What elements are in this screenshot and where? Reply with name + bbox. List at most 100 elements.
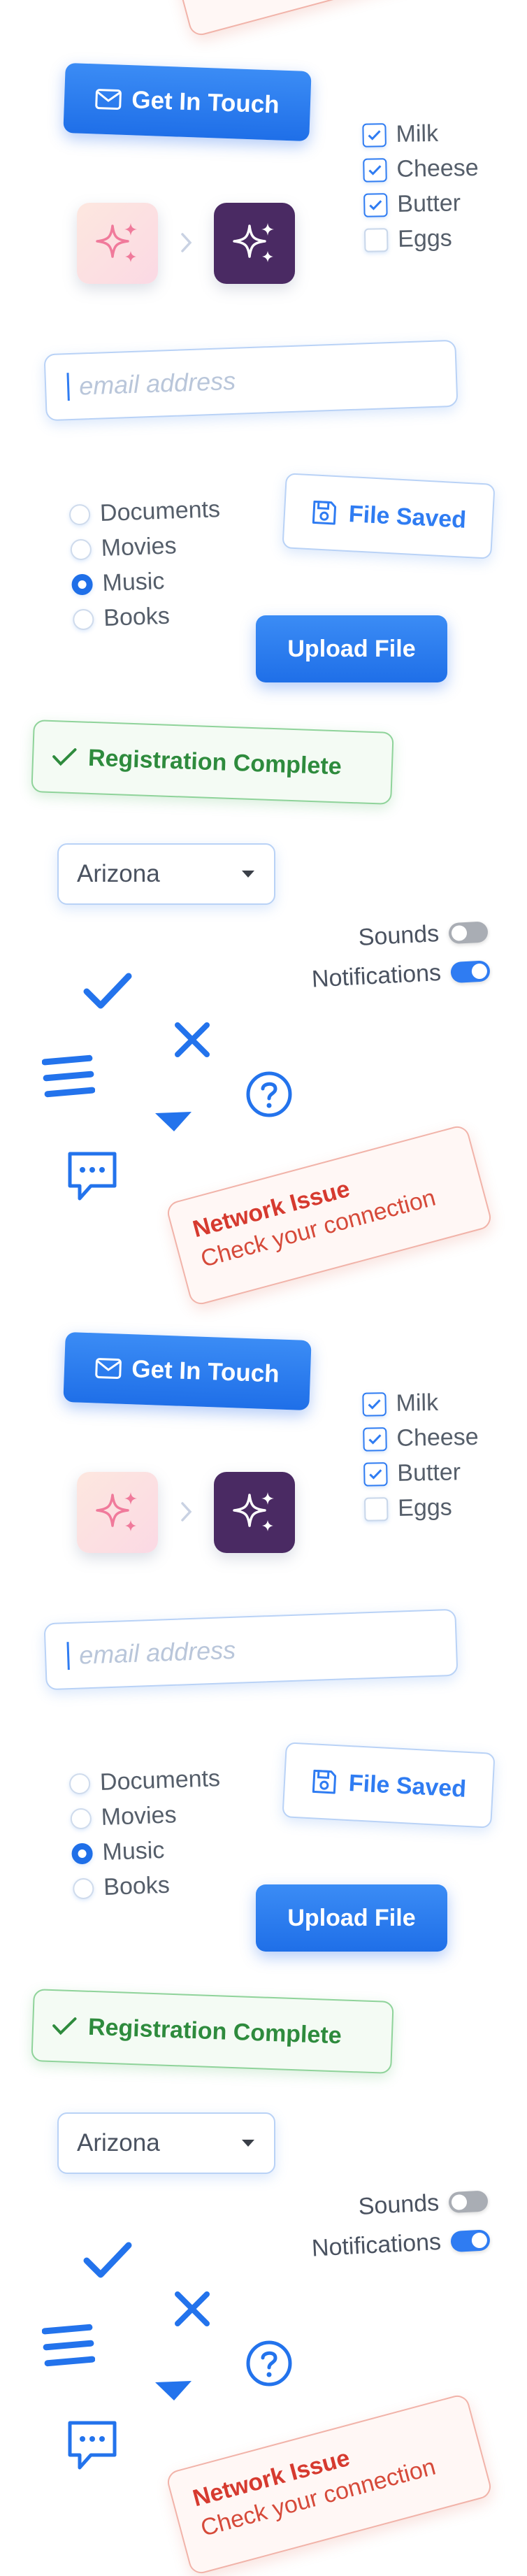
file-saved-badge[interactable]: File Saved [282,473,496,559]
checkbox-label: Butter [397,189,461,217]
upload-file-label: Upload File [287,1904,416,1931]
radio-books[interactable] [72,608,94,630]
sparkle-tile-dark[interactable] [214,1472,295,1553]
checkbox-item-eggs[interactable]: Eggs [363,225,452,254]
checkbox-milk[interactable] [362,1391,387,1417]
get-in-touch-button[interactable]: Get In Touch [63,1331,312,1411]
radio-item-documents[interactable]: Documents [68,1765,221,1798]
menu-icon[interactable] [42,2322,95,2368]
radio-label: Documents [99,1765,221,1796]
radio-label: Movies [101,1801,178,1831]
checkbox-butter[interactable] [363,192,388,217]
upload-file-button[interactable]: Upload File [256,1884,447,1952]
checkbox-item-cheese[interactable]: Cheese [363,155,479,184]
sparkle-tile-dark[interactable] [214,203,295,284]
state-select[interactable]: Arizona [57,2112,275,2174]
save-icon [312,1769,336,1794]
radio-item-books[interactable]: Books [72,1872,171,1903]
state-select[interactable]: Arizona [57,843,275,905]
save-icon [312,500,336,525]
toggle-row-notifications[interactable]: Notifications [311,957,491,993]
sounds-toggle[interactable] [448,920,489,944]
components-section: Get In Touch Milk Cheese Butter Eggs ema… [0,1269,527,2576]
help-icon[interactable] [245,2339,294,2388]
notifications-toggle[interactable] [450,2228,491,2252]
check-icon [52,748,77,766]
checkbox-item-butter[interactable]: Butter [363,189,461,218]
radio-music[interactable] [71,1842,94,1865]
menu-icon[interactable] [42,1053,95,1099]
checkbox-item-cheese[interactable]: Cheese [363,1424,479,1453]
caret-down-icon [242,2140,254,2147]
radio-music[interactable] [71,573,94,596]
toggle-row-notifications[interactable]: Notifications [311,2226,491,2262]
checkmark-icon[interactable] [82,2241,133,2280]
chat-icon[interactable] [64,2419,120,2473]
text-cursor [66,1642,70,1670]
chevron-right-icon [181,233,192,252]
dropdown-triangle-icon[interactable] [152,2378,194,2403]
check-icon [369,1468,382,1480]
checkbox-item-milk[interactable]: Milk [362,120,438,149]
check-icon [368,1433,382,1445]
radio-label: Music [101,1836,165,1866]
radio-item-books[interactable]: Books [72,603,171,634]
check-icon [368,1398,381,1410]
settings-toggles: Sounds Notifications [280,2187,491,2274]
file-saved-label: File Saved [348,500,467,534]
registration-label: Registration Complete [87,744,342,780]
registration-label: Registration Complete [87,2013,342,2049]
radio-item-music[interactable]: Music [71,568,165,599]
sparkle-tile-light[interactable] [77,203,158,284]
toggle-label: Sounds [357,920,440,951]
toggle-row-sounds[interactable]: Sounds [358,917,489,952]
toggle-row-sounds[interactable]: Sounds [358,2187,489,2221]
radio-books[interactable] [72,1877,94,1899]
check-icon [52,2017,77,2035]
checkbox-label: Cheese [396,154,479,183]
components-section: Get In Touch Milk Cheese Butter Eggs ema… [0,0,527,1308]
check-icon [368,129,381,141]
checkbox-milk[interactable] [362,122,387,148]
toggle-label: Notifications [310,2228,442,2262]
checkbox-item-milk[interactable]: Milk [362,1389,438,1418]
checkbox-cheese[interactable] [363,157,387,183]
file-saved-badge[interactable]: File Saved [282,1742,496,1829]
sounds-toggle[interactable] [448,2189,489,2213]
help-icon[interactable] [245,1070,294,1119]
close-icon[interactable] [172,1019,212,1060]
email-placeholder: email address [78,1635,236,1670]
chat-icon[interactable] [64,1150,120,1204]
checkbox-item-butter[interactable]: Butter [363,1459,461,1487]
checkbox-eggs[interactable] [363,1496,389,1522]
radio-documents[interactable] [68,503,91,526]
close-icon[interactable] [172,2289,212,2329]
radio-label: Movies [101,532,178,562]
email-input[interactable]: email address [43,1608,459,1691]
radio-documents[interactable] [68,1773,91,1795]
checkmark-icon[interactable] [82,972,133,1011]
dropdown-triangle-icon[interactable] [152,1109,194,1134]
checkbox-butter[interactable] [363,1461,388,1487]
checkbox-cheese[interactable] [363,1426,387,1452]
radio-item-movies[interactable]: Movies [70,1801,177,1832]
get-in-touch-button[interactable]: Get In Touch [63,62,312,142]
radio-item-documents[interactable]: Documents [68,496,221,529]
radio-label: Documents [99,496,221,527]
radio-item-music[interactable]: Music [71,1837,165,1868]
caret-down-icon [242,871,254,878]
email-input[interactable]: email address [43,339,459,422]
check-icon [368,164,382,176]
checkbox-label: Eggs [397,1494,453,1522]
toggle-label: Sounds [357,2189,440,2220]
sparkle-tile-light[interactable] [77,1472,158,1553]
upload-file-button[interactable]: Upload File [256,615,447,682]
registration-complete-banner: Registration Complete [31,1989,394,2074]
radio-item-movies[interactable]: Movies [70,532,177,563]
checkbox-item-eggs[interactable]: Eggs [363,1494,453,1523]
radio-movies[interactable] [70,538,92,561]
network-issue-alert: Network Issue Check your connection [164,2392,494,2576]
notifications-toggle[interactable] [450,959,491,983]
radio-movies[interactable] [70,1808,92,1830]
checkbox-eggs[interactable] [363,227,389,252]
